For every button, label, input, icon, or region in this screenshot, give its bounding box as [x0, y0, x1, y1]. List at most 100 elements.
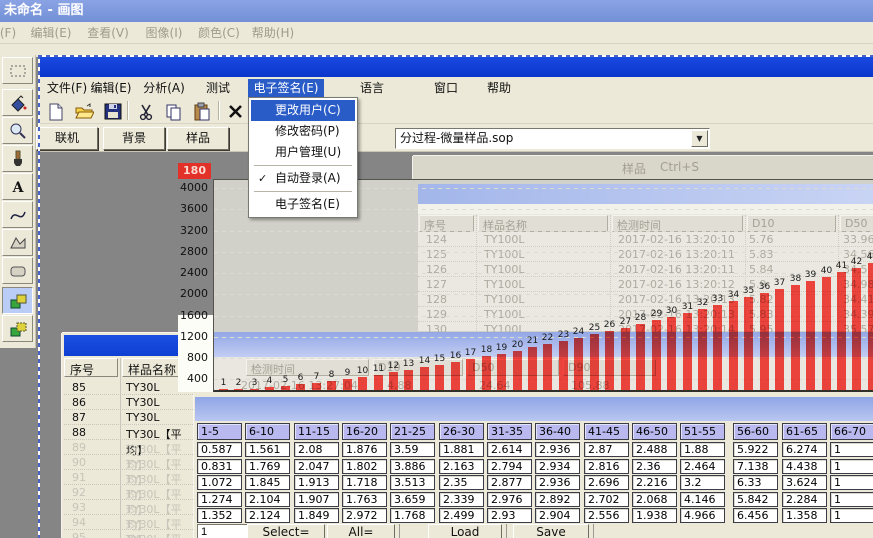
- menu-item-用户管理(U)[interactable]: 用户管理(U): [251, 142, 355, 163]
- app-menu-3[interactable]: 分析(A): [143, 79, 185, 98]
- fill-tool[interactable]: [2, 89, 33, 116]
- result-table-row: 93TY30L【平均】: [64, 500, 193, 515]
- brush-tool[interactable]: [2, 145, 33, 172]
- paint-menubar: 文件(F)编辑(E)查看(V)图像(I)颜色(C)帮助(H): [0, 22, 873, 44]
- paint-menu-4[interactable]: 图像(I): [138, 22, 190, 44]
- quick-button-样品[interactable]: 样品: [167, 127, 229, 150]
- menu-item-自动登录(A)[interactable]: 自动登录(A)✓: [251, 168, 355, 189]
- open-button[interactable]: [72, 101, 96, 122]
- chart-bar: [482, 356, 491, 391]
- app-menu-8[interactable]: 帮助(H): [478, 79, 520, 98]
- dist-cell: 3.624: [782, 475, 827, 490]
- save-icon: [103, 102, 123, 122]
- dist-col-header-61-65: 61-65: [782, 423, 827, 440]
- chart-bar: [868, 263, 873, 391]
- text-tool[interactable]: A: [2, 173, 33, 200]
- sample-col-header-ghost: D10: [747, 215, 836, 232]
- all-button[interactable]: All=: [327, 524, 395, 538]
- paint-title-text: 未命名 - 画图: [4, 3, 83, 18]
- delete-button[interactable]: [224, 101, 248, 122]
- cut-button[interactable]: [134, 101, 158, 122]
- result-table-row[interactable]: 87TY30L: [64, 410, 193, 425]
- select-tool[interactable]: [2, 57, 33, 84]
- sop-combobox[interactable]: 分过程-微量样品.sop ▼: [395, 128, 710, 149]
- result-col-header-no[interactable]: 序号: [64, 358, 118, 377]
- y-axis-tick-label: 2400: [168, 266, 208, 279]
- chart-bar: [744, 297, 753, 391]
- app-menu-5[interactable]: 电子签名(E): [248, 79, 324, 98]
- dist-cell: 2.047: [294, 459, 339, 474]
- save-button[interactable]: Save: [513, 524, 589, 538]
- paint-menu-6[interactable]: 帮助(H): [247, 22, 299, 44]
- dist-cell: 2.816: [584, 459, 629, 474]
- chevron-down-icon[interactable]: ▼: [691, 130, 708, 147]
- menu-item-电子签名(E)[interactable]: 电子签名(E): [251, 194, 355, 215]
- menu-item-更改用户(C)[interactable]: 更改用户(C): [251, 100, 355, 121]
- paint-menu-3[interactable]: 查看(V): [82, 22, 134, 44]
- dist-cell: 1.561: [245, 442, 290, 457]
- dist-cell: 1.768: [390, 508, 435, 523]
- copy-icon: [164, 102, 184, 122]
- dist-cell: 2.216: [632, 475, 677, 490]
- chart-bar-label: 26: [601, 320, 618, 330]
- chart-bar: [435, 365, 444, 391]
- app-menu-1[interactable]: 文件(F): [46, 79, 88, 98]
- sample-row-separator-ghost: [418, 291, 873, 292]
- dist-col-header-6-10: 6-10: [245, 423, 290, 440]
- object-tool-selected[interactable]: [2, 287, 33, 314]
- dist-cell: 2.556: [584, 508, 629, 523]
- result-row-no: 90: [72, 456, 86, 469]
- save-button[interactable]: [101, 101, 125, 122]
- selection-marquee-top[interactable]: [38, 55, 873, 57]
- selection-marquee-left[interactable]: [38, 55, 40, 538]
- paint-menu-2[interactable]: 编辑(E): [25, 22, 77, 44]
- curve-tool[interactable]: [2, 201, 33, 228]
- button-separator: [593, 524, 594, 538]
- polygon-tool[interactable]: [2, 229, 33, 256]
- result-row-no: 95: [72, 531, 86, 538]
- dist-cell: 4.146: [680, 492, 725, 507]
- sample-row-separator-ghost: [418, 246, 873, 247]
- copy-button[interactable]: [162, 101, 186, 122]
- app-menu-4[interactable]: 测试(M): [197, 79, 239, 98]
- chart-bar: [605, 331, 614, 391]
- object-tool[interactable]: [2, 315, 33, 342]
- chart-bar: [806, 281, 815, 391]
- rounded-rect-tool[interactable]: [2, 257, 33, 284]
- dist-cell: 2.488: [632, 442, 677, 457]
- dist-cell: 1.913: [294, 475, 339, 490]
- dist-cell: 1.718: [342, 475, 387, 490]
- load-button[interactable]: Load: [428, 524, 502, 538]
- dist-cell: 1.763: [342, 492, 387, 507]
- result-table-row[interactable]: 86TY30L: [64, 395, 193, 410]
- chart-bar: [760, 293, 769, 391]
- dist-cell: 2.934: [535, 459, 580, 474]
- curve-tool-icon: [8, 205, 28, 225]
- magnifier-tool[interactable]: [2, 117, 33, 144]
- app-menu-6[interactable]: 语言(Language): [330, 79, 414, 98]
- result-table-row[interactable]: 88TY30L【平均】: [64, 425, 193, 440]
- select-button[interactable]: Select=: [247, 524, 325, 538]
- quick-button-联机[interactable]: 联机: [36, 127, 98, 150]
- app-menu-7[interactable]: 窗口(W): [425, 79, 467, 98]
- menu-item-修改密码(P)[interactable]: 修改密码(P): [251, 121, 355, 142]
- dist-cell: 2.93: [487, 508, 532, 523]
- polygon-tool-icon: [8, 233, 28, 253]
- chart-bar: [621, 328, 630, 391]
- paint-menu-1[interactable]: 文件(F): [0, 22, 22, 44]
- sample-row-name-ghost: TY100L: [484, 278, 525, 291]
- sample-window-titlebar[interactable]: 样品 Ctrl+S: [413, 156, 873, 179]
- dist-col-header-41-45: 41-45: [584, 423, 629, 440]
- paint-menu-5[interactable]: 颜色(C): [193, 22, 245, 44]
- chart-bar: [528, 347, 537, 391]
- dist-cell: 2.904: [535, 508, 580, 523]
- dist-cell: 2.936: [535, 442, 580, 457]
- quick-button-背景[interactable]: 背景: [103, 127, 165, 150]
- dist-cell: 2.976: [487, 492, 532, 507]
- sample-row-separator-ghost: [418, 306, 873, 307]
- paste-button[interactable]: [190, 101, 214, 122]
- app-menu-2[interactable]: 编辑(E): [90, 79, 132, 98]
- chart-bar-label: 30: [663, 306, 680, 316]
- rounded-rect-tool-icon: [8, 261, 28, 281]
- new-button[interactable]: [44, 101, 68, 122]
